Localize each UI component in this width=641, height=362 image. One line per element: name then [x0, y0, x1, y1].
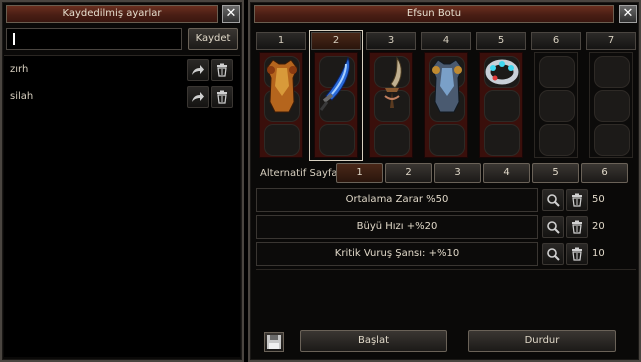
- alt-page-tab[interactable]: 1: [336, 163, 383, 183]
- slot-panel: [369, 52, 413, 158]
- slot-cell: [484, 124, 520, 156]
- dagger-icon: [384, 56, 402, 108]
- slot-panel: [534, 52, 578, 158]
- armor-icon: [431, 59, 463, 113]
- item-slot[interactable]: 6: [531, 32, 581, 159]
- search-icon[interactable]: [542, 216, 564, 238]
- stop-button[interactable]: Durdur: [468, 330, 616, 352]
- slot-cell: [264, 124, 300, 156]
- slot-number[interactable]: 7: [586, 32, 636, 50]
- share-icon[interactable]: [187, 86, 209, 108]
- saved-item-name: silah: [10, 91, 34, 102]
- item-slot[interactable]: 4: [421, 32, 471, 159]
- empty-bonus-area: [256, 269, 636, 323]
- item-slot[interactable]: 1: [256, 32, 306, 159]
- slot-panel: [424, 52, 468, 158]
- slot-number[interactable]: 5: [476, 32, 526, 50]
- saved-item-name: zırh: [10, 64, 29, 75]
- slot-cell: [594, 124, 630, 156]
- bonus-label[interactable]: Ortalama Zarar %50: [256, 188, 538, 212]
- item-slot[interactable]: 2: [309, 30, 363, 161]
- save-button[interactable]: Kaydet: [188, 28, 238, 50]
- trash-icon[interactable]: [566, 216, 588, 238]
- alt-page-tab[interactable]: 3: [434, 163, 481, 183]
- bonus-label[interactable]: Büyü Hızı +%20: [256, 215, 538, 239]
- trash-icon[interactable]: [566, 189, 588, 211]
- floppy-disk-icon[interactable]: [264, 332, 284, 352]
- alt-page-tab[interactable]: 2: [385, 163, 432, 183]
- slot-panel: [314, 52, 358, 158]
- alt-page-tab[interactable]: 5: [532, 163, 579, 183]
- armor-icon: [266, 59, 298, 113]
- sword-icon: [319, 56, 350, 111]
- slot-cell: [429, 124, 465, 156]
- bonus-bot-window: Efsun Botu ✕ 1 2 3 4 5 6 7 Alternatif Sa…: [248, 0, 641, 362]
- window-title: Kaydedilmiş ayarlar: [6, 5, 218, 23]
- list-item[interactable]: zırh: [4, 59, 240, 81]
- search-icon[interactable]: [542, 189, 564, 211]
- list-item[interactable]: silah: [4, 86, 240, 108]
- settings-name-input[interactable]: [6, 28, 182, 50]
- alt-page-label: Alternatif Sayfa:: [260, 168, 341, 179]
- start-button[interactable]: Başlat: [300, 330, 447, 352]
- close-icon[interactable]: ✕: [222, 5, 240, 23]
- slot-cell: [539, 90, 575, 122]
- search-icon[interactable]: [542, 243, 564, 265]
- bonus-row: Ortalama Zarar %50 50: [256, 188, 636, 212]
- bonus-row: Büyü Hızı +%20 20: [256, 215, 636, 239]
- trash-icon[interactable]: [566, 243, 588, 265]
- item-slot[interactable]: 3: [366, 32, 416, 159]
- bonus-row: Kritik Vuruş Şansı: +%10 10: [256, 242, 636, 266]
- item-slot[interactable]: 5: [476, 32, 526, 159]
- share-icon[interactable]: [187, 59, 209, 81]
- slot-number[interactable]: 1: [256, 32, 306, 50]
- slot-cell: [539, 124, 575, 156]
- slot-number[interactable]: 6: [531, 32, 581, 50]
- bonus-label[interactable]: Kritik Vuruş Şansı: +%10: [256, 242, 538, 266]
- alt-page-tab[interactable]: 6: [581, 163, 628, 183]
- bonus-value: 10: [592, 248, 605, 259]
- item-slot[interactable]: 7: [586, 32, 636, 159]
- bracelet-icon: [485, 59, 519, 85]
- window-title: Efsun Botu: [254, 5, 614, 23]
- slot-number[interactable]: 4: [421, 32, 471, 50]
- slot-panel: [259, 52, 303, 158]
- bonus-value: 50: [592, 194, 605, 205]
- slot-cell: [594, 56, 630, 88]
- slot-number[interactable]: 2: [311, 32, 361, 50]
- bonus-value: 20: [592, 221, 605, 232]
- slot-cell: [374, 124, 410, 156]
- text-caret: [13, 33, 15, 45]
- saved-settings-list: zırh silah: [4, 55, 240, 357]
- close-icon[interactable]: ✕: [619, 5, 637, 23]
- slot-panel: [479, 52, 523, 158]
- slot-cell: [539, 56, 575, 88]
- slot-number[interactable]: 3: [366, 32, 416, 50]
- slot-cell: [319, 124, 355, 156]
- slot-cell: [594, 90, 630, 122]
- slot-panel: [589, 52, 633, 158]
- trash-icon[interactable]: [211, 86, 233, 108]
- alt-page-tab[interactable]: 4: [483, 163, 530, 183]
- trash-icon[interactable]: [211, 59, 233, 81]
